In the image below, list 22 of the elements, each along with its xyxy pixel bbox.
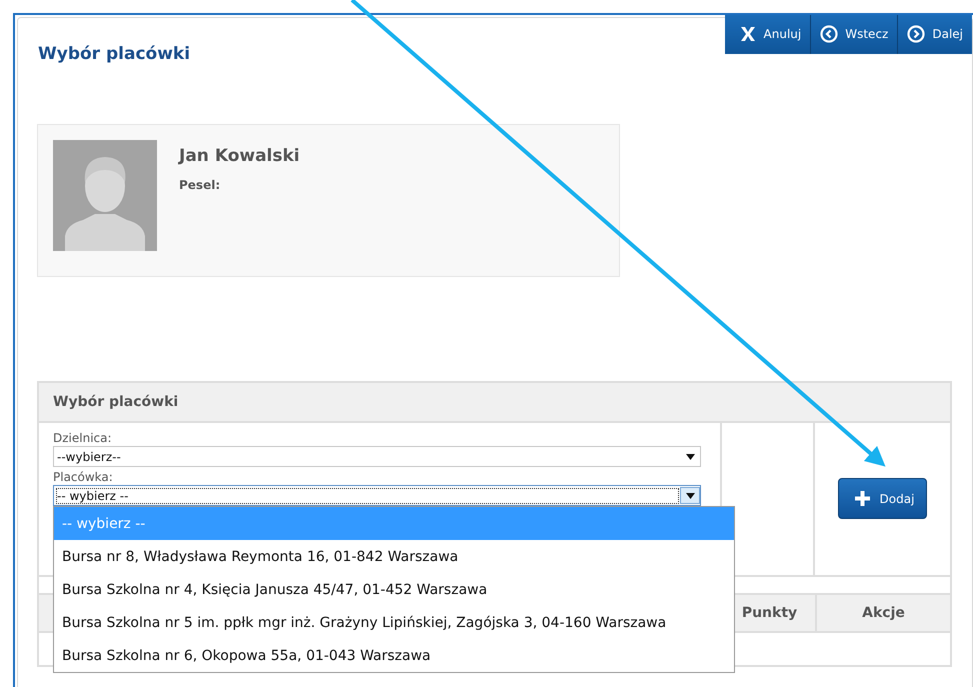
page-title: Wybór placówki bbox=[38, 44, 190, 64]
back-circle-icon bbox=[820, 25, 838, 43]
cancel-button[interactable]: Anuluj bbox=[724, 15, 810, 54]
person-name: Jan Kowalski bbox=[179, 146, 300, 166]
dropdown-option[interactable]: Bursa nr 8, Władysława Reymonta 16, 01-842 Warszawa bbox=[54, 540, 734, 573]
back-button[interactable]: Wstecz bbox=[810, 15, 898, 54]
close-icon bbox=[738, 25, 757, 43]
field-label: Dzielnica: bbox=[53, 431, 113, 445]
select-field[interactable]: -- wybierz -- bbox=[53, 485, 701, 506]
next-button[interactable]: Dalej bbox=[897, 15, 972, 54]
select-field[interactable]: --wybierz-- bbox=[53, 446, 701, 467]
dropdown-caret-icon bbox=[686, 454, 694, 460]
panel-title: Wybór placówki bbox=[53, 394, 178, 410]
dropdown-option[interactable]: Bursa Szkolna nr 6, Okopowa 55a, 01-043 Warszawa bbox=[54, 639, 734, 672]
add-button[interactable]: Dodaj bbox=[838, 478, 928, 519]
dropdown-caret-icon bbox=[686, 492, 694, 498]
next-circle-icon bbox=[907, 25, 926, 43]
pesel-label: Pesel: bbox=[179, 178, 222, 192]
avatar-icon bbox=[53, 140, 157, 251]
field-label: Placówka: bbox=[53, 470, 114, 484]
column-header: Akcje bbox=[815, 595, 950, 631]
plus-icon bbox=[854, 491, 870, 506]
